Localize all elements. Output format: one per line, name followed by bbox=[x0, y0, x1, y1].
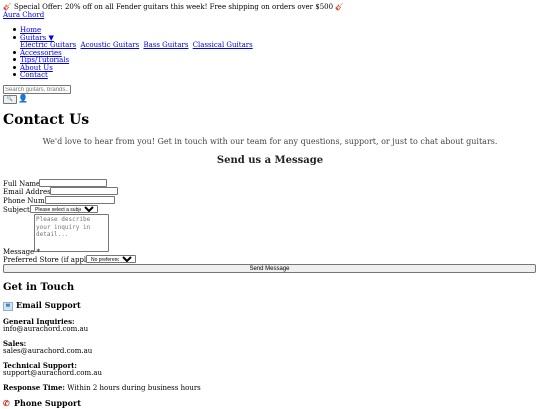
subject-select[interactable]: Please select a subject bbox=[30, 205, 98, 213]
sales-value: sales@aurachord.com.au bbox=[3, 347, 93, 355]
phone-support-heading: ✆ Phone Support bbox=[3, 398, 81, 409]
promo-banner: 🎸 Special Offer: 20% off on all Fender g… bbox=[3, 3, 344, 11]
phone-input[interactable] bbox=[45, 196, 115, 204]
brand-link[interactable]: Aura Chord bbox=[3, 11, 44, 19]
tech-support-value: support@aurachord.com.au bbox=[3, 369, 103, 377]
guitar-icon: 🎸 bbox=[3, 3, 12, 11]
email-input[interactable] bbox=[50, 187, 118, 195]
email-support-heading: ✉ Email Support bbox=[3, 300, 81, 311]
search-input[interactable] bbox=[3, 85, 71, 94]
nav-guitars[interactable]: Guitars ▼ bbox=[20, 34, 54, 42]
magnifier-icon: 🔍 bbox=[6, 96, 14, 102]
phone-icon: ✆ bbox=[3, 398, 10, 409]
general-inquiries-value: info@aurachord.com.au bbox=[3, 325, 89, 333]
response-time: Response Time: Within 2 hours during bus… bbox=[3, 383, 201, 392]
guitars-submenu: Electric Guitars Acoustic Guitars Bass G… bbox=[20, 41, 255, 49]
form-title: Send us a Message bbox=[216, 155, 324, 166]
page-intro: We'd love to hear from you! Get in touch… bbox=[42, 137, 498, 146]
promo-text: Special Offer: 20% off on all Fender gui… bbox=[13, 3, 334, 11]
user-icon[interactable]: 👤 bbox=[18, 94, 28, 104]
nav-contact[interactable]: Contact bbox=[20, 71, 48, 79]
envelope-icon: ✉ bbox=[3, 301, 13, 311]
response-time-label: Response Time: bbox=[3, 383, 66, 392]
response-time-value: Within 2 hours during business hours bbox=[67, 384, 201, 392]
store-select[interactable]: No preference bbox=[86, 255, 136, 263]
search-button[interactable]: 🔍 bbox=[3, 95, 17, 104]
message-textarea[interactable] bbox=[34, 214, 109, 252]
send-message-button[interactable]: Send Message bbox=[3, 264, 536, 273]
get-in-touch-heading: Get in Touch bbox=[3, 282, 75, 293]
full-name-input[interactable] bbox=[39, 179, 107, 187]
guitar-icon: 🎸 bbox=[335, 3, 345, 11]
page-title: Contact Us bbox=[3, 112, 90, 128]
main-nav: Home Guitars ▼ Electric Guitars Acoustic… bbox=[13, 26, 255, 79]
